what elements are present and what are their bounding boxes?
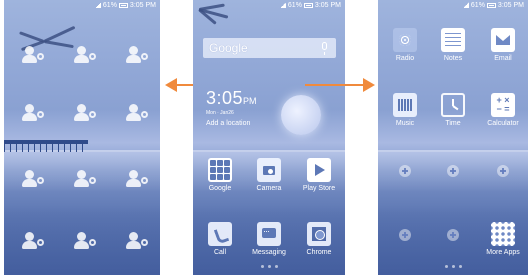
app-label: Music	[395, 120, 415, 127]
email-icon	[491, 28, 515, 52]
battery-percent: 61%	[470, 2, 485, 9]
pier-legs	[4, 144, 88, 152]
main-home-screen: 61% 3:05 PM Google 3:05PM Mon · Jan26 Add…	[193, 0, 345, 275]
message-icon	[257, 222, 281, 246]
app-play-store[interactable]: Play Store	[296, 158, 342, 192]
app-calculator[interactable]: + × − = Calculator	[480, 93, 526, 127]
add-slot-plus-icon[interactable]	[497, 165, 509, 177]
left-home-screen: 61% 3:05 PM	[4, 0, 160, 275]
swipe-right-arrow-icon	[305, 78, 375, 92]
app-google[interactable]: Google	[197, 158, 243, 192]
clock-date: Mon · Jan26	[206, 110, 234, 116]
app-camera[interactable]: Camera	[246, 158, 292, 192]
contact-placeholder-icon[interactable]	[126, 104, 148, 122]
status-bar: 61% 3:05 PM	[4, 0, 160, 12]
grid-icon	[491, 222, 515, 246]
google-folder-icon	[208, 158, 232, 182]
add-slot-plus-icon[interactable]	[399, 165, 411, 177]
battery-percent: 61%	[102, 2, 117, 9]
music-icon	[393, 93, 417, 117]
battery-percent: 61%	[287, 2, 302, 9]
contact-placeholder-icon[interactable]	[126, 170, 148, 188]
contact-placeholder-icon[interactable]	[74, 170, 96, 188]
notes-icon	[441, 28, 465, 52]
app-label: Notes	[443, 55, 463, 62]
search-bar-label: Google	[209, 41, 248, 55]
contact-placeholder-icon[interactable]	[74, 46, 96, 64]
add-slot-plus-icon[interactable]	[399, 229, 411, 241]
contact-placeholder-icon[interactable]	[74, 232, 96, 250]
phone-icon	[208, 222, 232, 246]
clock-time: 3:05	[206, 88, 244, 108]
battery-icon	[118, 2, 128, 8]
play-store-icon	[307, 158, 331, 182]
app-label: Google	[208, 185, 232, 192]
app-radio[interactable]: Radio	[382, 28, 428, 62]
status-time: 3:05 PM	[497, 2, 524, 9]
app-music[interactable]: Music	[382, 93, 428, 127]
app-label: Play Store	[302, 185, 336, 192]
app-label: Email	[494, 55, 512, 62]
app-label: Camera	[256, 185, 282, 192]
contact-placeholder-icon[interactable]	[22, 46, 44, 64]
contact-placeholder-icon[interactable]	[22, 104, 44, 122]
status-time: 3:05 PM	[314, 2, 341, 9]
contact-placeholder-icon[interactable]	[22, 232, 44, 250]
app-label: Radio	[395, 55, 415, 62]
status-time: 3:05 PM	[129, 2, 156, 9]
signal-icon	[463, 2, 469, 9]
microphone-icon[interactable]	[322, 42, 327, 55]
camera-icon	[257, 158, 281, 182]
status-bar: 61% 3:05 PM	[193, 0, 345, 12]
dock-messaging[interactable]: Messaging	[246, 222, 292, 256]
signal-icon	[280, 2, 286, 9]
contact-placeholder-icon[interactable]	[126, 46, 148, 64]
clock-icon	[441, 93, 465, 117]
app-email[interactable]: Email	[480, 28, 526, 62]
chrome-icon	[307, 222, 331, 246]
status-bar: 61% 3:05 PM	[378, 0, 528, 12]
moon	[281, 95, 321, 135]
calculator-icon: + × − =	[491, 93, 515, 117]
battery-icon	[486, 2, 496, 8]
app-more-apps[interactable]: More Apps	[480, 222, 526, 256]
page-indicator	[378, 255, 528, 273]
contact-placeholder-icon[interactable]	[126, 232, 148, 250]
contact-placeholder-icon[interactable]	[74, 104, 96, 122]
horizon	[378, 150, 528, 152]
clock-widget[interactable]: 3:05PM Mon · Jan26 Add a location	[206, 88, 257, 127]
signal-icon	[95, 2, 101, 9]
right-home-screen: 61% 3:05 PM Radio Notes Email Music Time …	[378, 0, 528, 275]
add-slot-plus-icon[interactable]	[447, 165, 459, 177]
app-label: Calculator	[487, 120, 519, 127]
battery-icon	[303, 2, 313, 8]
horizon	[193, 150, 345, 152]
dock-chrome[interactable]: Chrome	[296, 222, 342, 256]
contact-placeholder-icon[interactable]	[22, 170, 44, 188]
app-time[interactable]: Time	[430, 93, 476, 127]
clock-ampm: PM	[243, 96, 257, 106]
google-search-bar[interactable]: Google	[203, 38, 336, 58]
add-location-link[interactable]: Add a location	[206, 120, 257, 127]
add-slot-plus-icon[interactable]	[447, 229, 459, 241]
app-label: Time	[445, 120, 461, 127]
page-indicator	[193, 255, 345, 273]
app-notes[interactable]: Notes	[430, 28, 476, 62]
radio-icon	[393, 28, 417, 52]
dock-call[interactable]: Call	[197, 222, 243, 256]
